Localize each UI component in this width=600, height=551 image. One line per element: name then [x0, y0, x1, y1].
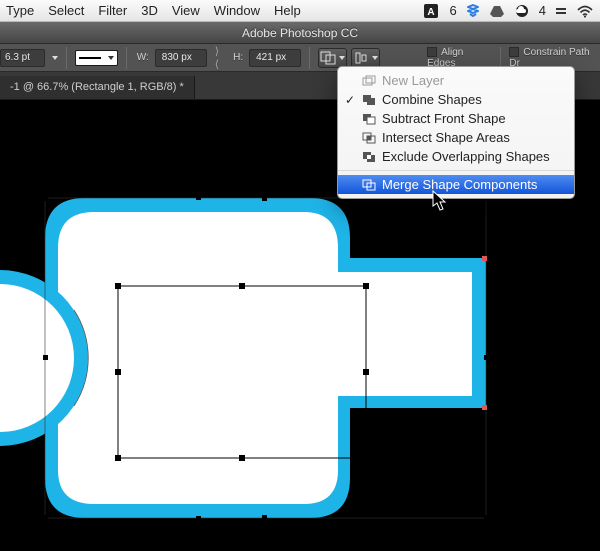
check-icon: ✓	[344, 93, 356, 107]
stroke-style-swatch[interactable]	[75, 50, 118, 66]
menu-separator	[338, 170, 574, 171]
app-title: Adobe Photoshop CC	[242, 26, 358, 40]
merge-icon	[362, 178, 376, 192]
creative-cloud-icon[interactable]	[513, 4, 531, 18]
menu-view[interactable]: View	[172, 3, 200, 18]
menu-item-exclude-overlapping-shapes[interactable]: Exclude Overlapping Shapes	[338, 147, 574, 166]
adobe-notification-icon[interactable]: A	[424, 4, 442, 18]
height-input[interactable]	[254, 51, 298, 64]
google-drive-icon[interactable]	[489, 4, 505, 18]
menu-type[interactable]: Type	[6, 3, 34, 18]
stroke-weight-field[interactable]: 6.3 pt	[0, 49, 45, 67]
mac-menubar[interactable]: Type Select Filter 3D View Window Help A…	[0, 0, 600, 22]
menu-item-merge-shape-components[interactable]: Merge Shape Components	[338, 175, 574, 194]
link-wh-icon[interactable]: ⟩⟨	[211, 45, 227, 71]
menu-item-subtract-front-shape[interactable]: Subtract Front Shape	[338, 109, 574, 128]
intersect-icon	[362, 131, 376, 145]
menu-extra-icon[interactable]	[554, 4, 568, 18]
dropbox-icon[interactable]	[465, 4, 481, 18]
subtract-icon	[362, 112, 376, 126]
menu-select[interactable]: Select	[48, 3, 84, 18]
wifi-icon[interactable]	[576, 4, 594, 18]
height-label: H:	[233, 52, 243, 63]
menu-3d[interactable]: 3D	[141, 3, 158, 18]
menu-item-combine-shapes[interactable]: ✓ Combine Shapes	[338, 90, 574, 109]
document-tab[interactable]: -1 @ 66.7% (Rectangle 1, RGB/8) *	[0, 76, 195, 99]
svg-text:A: A	[427, 7, 434, 18]
menu-item-intersect-shape-areas[interactable]: Intersect Shape Areas	[338, 128, 574, 147]
menu-filter[interactable]: Filter	[98, 3, 127, 18]
path-operations-button[interactable]	[318, 48, 347, 68]
width-input[interactable]	[160, 51, 204, 64]
cloud-count: 4	[539, 3, 546, 18]
combine-icon	[362, 93, 376, 107]
adobe-count: 6	[450, 3, 457, 18]
path-alignment-button[interactable]	[351, 48, 380, 68]
path-operations-menu[interactable]: New Layer ✓ Combine Shapes Subtract Fron…	[337, 66, 575, 199]
height-field[interactable]	[249, 49, 301, 67]
new-layer-icon	[362, 74, 376, 88]
chevron-down-icon[interactable]	[52, 56, 58, 60]
menu-item-new-layer: New Layer	[338, 71, 574, 90]
width-field[interactable]	[155, 49, 207, 67]
menu-window[interactable]: Window	[214, 3, 260, 18]
exclude-icon	[362, 150, 376, 164]
menu-help[interactable]: Help	[274, 3, 301, 18]
app-title-bar: Adobe Photoshop CC	[0, 22, 600, 44]
width-label: W:	[137, 52, 149, 63]
